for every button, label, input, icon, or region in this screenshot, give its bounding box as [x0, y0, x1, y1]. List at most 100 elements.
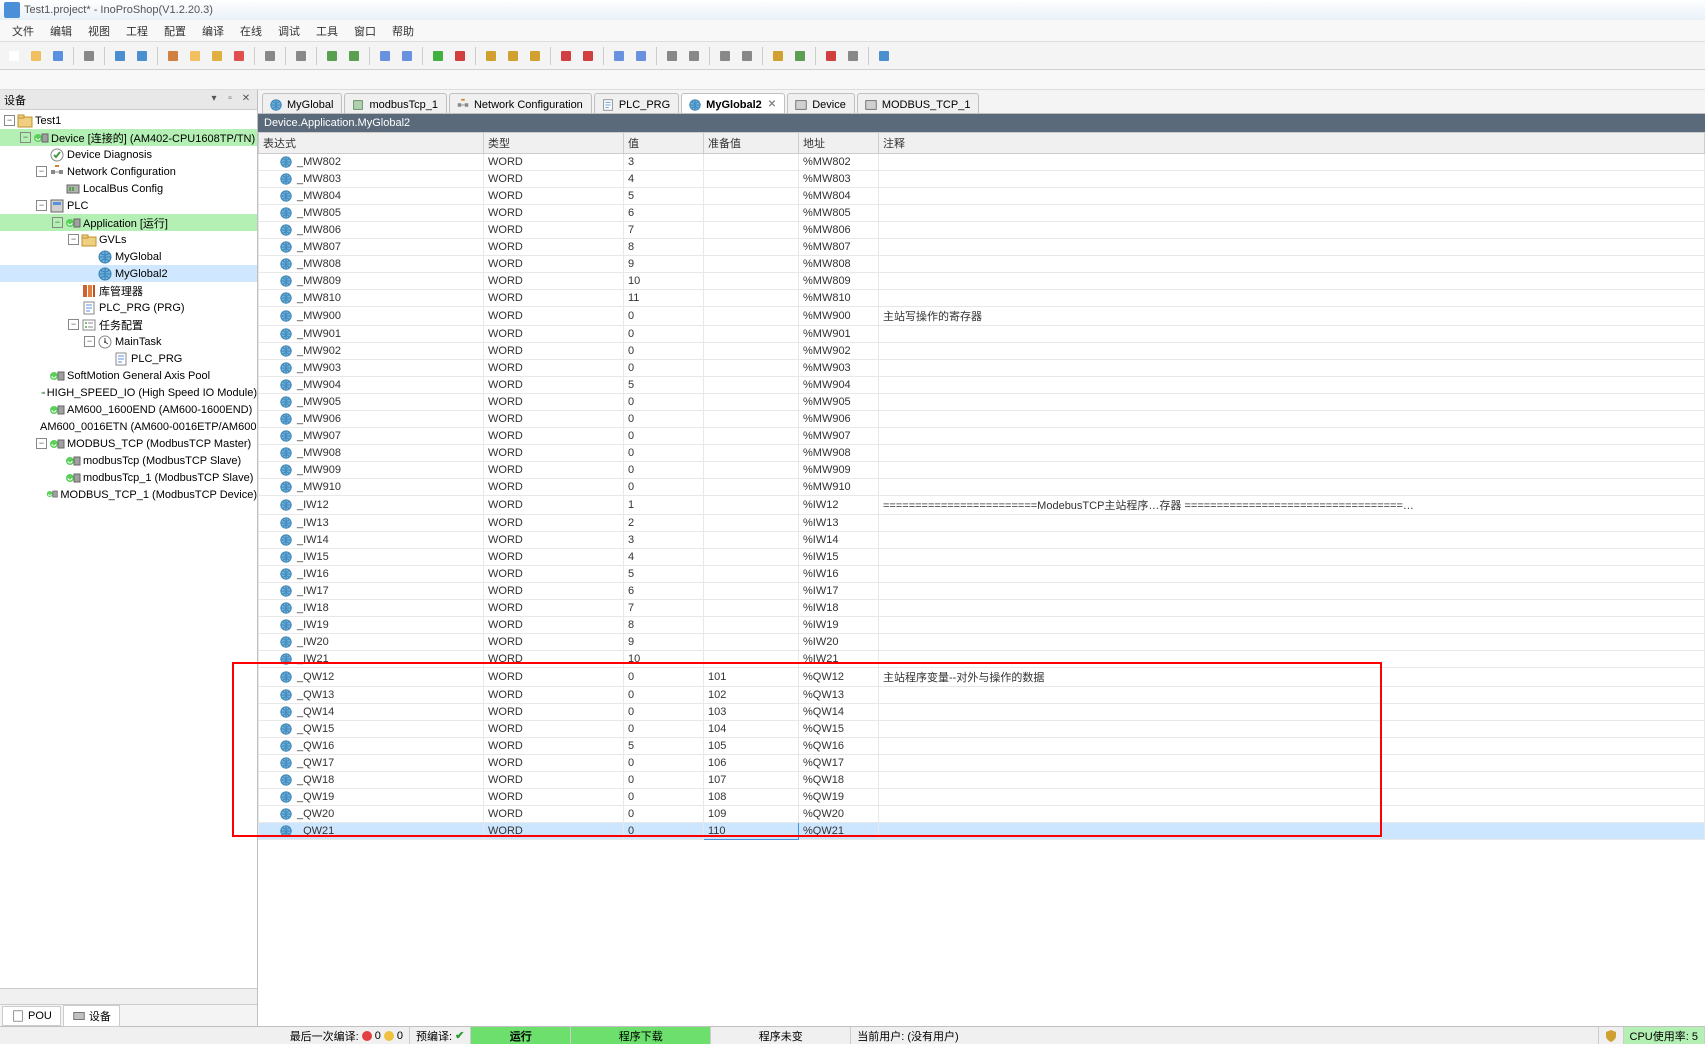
cell-address[interactable]: %IW16 [799, 566, 879, 583]
cell-comment[interactable] [879, 651, 1705, 668]
cell-address[interactable]: %MW902 [799, 343, 879, 360]
tree-node-1[interactable]: −Device [连接的] (AM402-CPU1608TP/TN) [0, 129, 257, 146]
cell-name[interactable]: _MW810 [259, 290, 484, 307]
variable-row[interactable]: _IW14WORD3%IW14 [259, 532, 1705, 549]
cell-value[interactable]: 10 [624, 273, 704, 290]
menu-item-5[interactable]: 编译 [194, 23, 232, 39]
cell-type[interactable]: WORD [484, 479, 624, 496]
cell-address[interactable]: %QW20 [799, 806, 879, 823]
cell-address[interactable]: %MW904 [799, 377, 879, 394]
cell-prepare[interactable]: 104 [704, 721, 799, 738]
cell-address[interactable]: %MW905 [799, 394, 879, 411]
grid-header-1[interactable]: 类型 [484, 133, 624, 154]
cell-comment[interactable] [879, 205, 1705, 222]
variable-row[interactable]: _MW908WORD0%MW908 [259, 445, 1705, 462]
cell-address[interactable]: %IW13 [799, 515, 879, 532]
cell-address[interactable]: %MW806 [799, 222, 879, 239]
tree-node-21[interactable]: modbusTcp_1 (ModbusTCP Slave) [0, 469, 257, 486]
variable-row[interactable]: _MW807WORD8%MW807 [259, 239, 1705, 256]
cell-type[interactable]: WORD [484, 496, 624, 515]
variable-row[interactable]: _MW904WORD5%MW904 [259, 377, 1705, 394]
variable-row[interactable]: _MW901WORD0%MW901 [259, 326, 1705, 343]
toolbar-stop-button[interactable] [450, 46, 470, 66]
cell-value[interactable]: 8 [624, 239, 704, 256]
cell-comment[interactable] [879, 479, 1705, 496]
cell-type[interactable]: WORD [484, 307, 624, 326]
cell-name[interactable]: _QW21 [259, 823, 484, 840]
cell-name[interactable]: _QW17 [259, 755, 484, 772]
cell-comment[interactable]: ========================ModebusTCP主站程序…存… [879, 496, 1705, 515]
cell-name[interactable]: _IW21 [259, 651, 484, 668]
cell-prepare[interactable] [704, 462, 799, 479]
variable-row[interactable]: _QW16WORD5105%QW16 [259, 738, 1705, 755]
variable-row[interactable]: _IW13WORD2%IW13 [259, 515, 1705, 532]
toolbar-delete-button[interactable] [229, 46, 249, 66]
cell-prepare[interactable]: 105 [704, 738, 799, 755]
cell-address[interactable]: %IW21 [799, 651, 879, 668]
toolbar-start-button[interactable] [428, 46, 448, 66]
variable-row[interactable]: _MW806WORD7%MW806 [259, 222, 1705, 239]
cell-comment[interactable]: 主站写操作的寄存器 [879, 307, 1705, 326]
cell-value[interactable]: 0 [624, 704, 704, 721]
cell-value[interactable]: 6 [624, 583, 704, 600]
cell-comment[interactable] [879, 617, 1705, 634]
cell-address[interactable]: %IW12 [799, 496, 879, 515]
cell-value[interactable]: 2 [624, 515, 704, 532]
cell-name[interactable]: _IW20 [259, 634, 484, 651]
cell-prepare[interactable] [704, 326, 799, 343]
cell-prepare[interactable]: 108 [704, 789, 799, 806]
cell-comment[interactable] [879, 326, 1705, 343]
cell-prepare[interactable] [704, 549, 799, 566]
cell-type[interactable]: WORD [484, 789, 624, 806]
cell-type[interactable]: WORD [484, 549, 624, 566]
tree-node-17[interactable]: AM600_1600END (AM600-1600END) [0, 401, 257, 418]
cell-name[interactable]: _QW14 [259, 704, 484, 721]
tree-expander-icon[interactable]: − [84, 336, 95, 347]
variable-row[interactable]: _MW906WORD0%MW906 [259, 411, 1705, 428]
toolbar-redo-button[interactable] [132, 46, 152, 66]
cell-prepare[interactable] [704, 171, 799, 188]
cell-prepare[interactable] [704, 600, 799, 617]
cell-address[interactable]: %MW802 [799, 154, 879, 171]
cell-type[interactable]: WORD [484, 343, 624, 360]
cell-value[interactable]: 9 [624, 634, 704, 651]
doc-tab-Device[interactable]: Device [787, 93, 855, 113]
cell-address[interactable]: %QW16 [799, 738, 879, 755]
variable-row[interactable]: _MW903WORD0%MW903 [259, 360, 1705, 377]
cell-prepare[interactable] [704, 394, 799, 411]
toolbar-compile-button[interactable] [322, 46, 342, 66]
toolbar-help-button[interactable] [874, 46, 894, 66]
cell-value[interactable]: 0 [624, 428, 704, 445]
toolbar-trace-button[interactable] [684, 46, 704, 66]
cell-value[interactable]: 0 [624, 479, 704, 496]
cell-value[interactable]: 7 [624, 600, 704, 617]
cell-address[interactable]: %MW810 [799, 290, 879, 307]
grid-header-5[interactable]: 注释 [879, 133, 1705, 154]
cell-name[interactable]: _QW12 [259, 668, 484, 687]
menu-item-9[interactable]: 窗口 [346, 23, 384, 39]
tab-close-icon[interactable]: ✕ [768, 99, 776, 110]
cell-type[interactable]: WORD [484, 171, 624, 188]
cell-address[interactable]: %MW901 [799, 326, 879, 343]
cell-value[interactable]: 0 [624, 755, 704, 772]
cell-value[interactable]: 0 [624, 806, 704, 823]
cell-name[interactable]: _MW910 [259, 479, 484, 496]
cell-type[interactable]: WORD [484, 462, 624, 479]
toolbar-paste-button[interactable] [207, 46, 227, 66]
panel-pin-icon[interactable]: ▫ [223, 93, 237, 107]
cell-comment[interactable]: 主站程序变量--对外与操作的数据 [879, 668, 1705, 687]
cell-type[interactable]: WORD [484, 273, 624, 290]
panel-dropdown-icon[interactable]: ▾ [207, 93, 221, 107]
cell-comment[interactable] [879, 772, 1705, 789]
variable-row[interactable]: _IW20WORD9%IW20 [259, 634, 1705, 651]
cell-type[interactable]: WORD [484, 515, 624, 532]
toolbar-zoom-button[interactable] [715, 46, 735, 66]
cell-value[interactable]: 0 [624, 445, 704, 462]
cell-name[interactable]: _MW803 [259, 171, 484, 188]
variable-row[interactable]: _QW14WORD0103%QW14 [259, 704, 1705, 721]
toolbar-break-button[interactable] [556, 46, 576, 66]
cell-type[interactable]: WORD [484, 687, 624, 704]
cell-name[interactable]: _MW807 [259, 239, 484, 256]
tree-node-20[interactable]: modbusTcp (ModbusTCP Slave) [0, 452, 257, 469]
variable-row[interactable]: _IW21WORD10%IW21 [259, 651, 1705, 668]
